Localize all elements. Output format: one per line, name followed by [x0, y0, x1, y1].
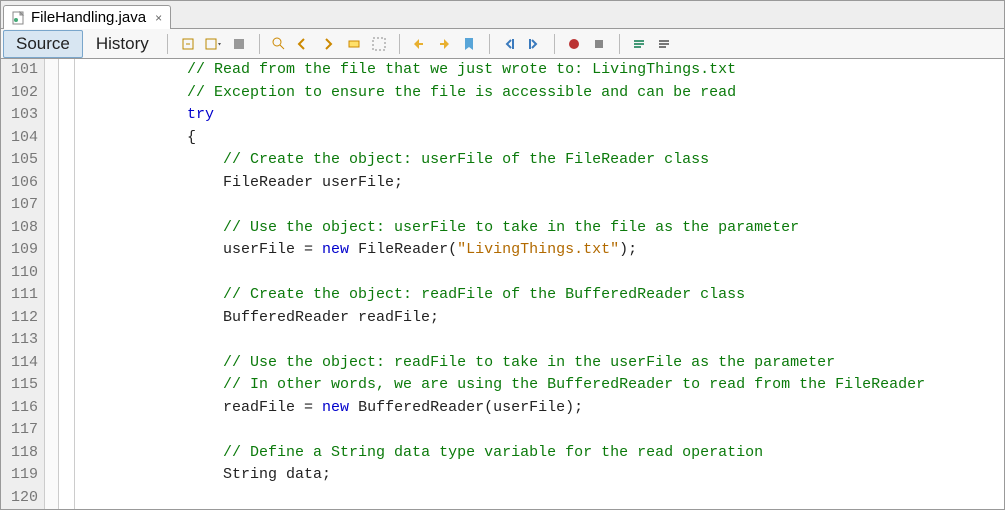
line-number: 102 [7, 82, 38, 105]
toolbar-icon-group [179, 33, 675, 54]
line-number-gutter: 1011021031041051061071081091101111121131… [1, 59, 45, 509]
code-line[interactable]: { [79, 127, 1004, 150]
marker-column [59, 59, 75, 509]
line-number: 111 [7, 284, 38, 307]
toolbar-separator [489, 34, 490, 54]
line-number: 105 [7, 149, 38, 172]
file-tab[interactable]: FileHandling.java × [3, 5, 171, 29]
toolbar-separator [167, 34, 168, 54]
find-next-icon[interactable] [319, 33, 340, 54]
code-line[interactable]: // Use the object: readFile to take in t… [79, 352, 1004, 375]
line-number: 107 [7, 194, 38, 217]
shift-right-icon[interactable] [524, 33, 545, 54]
code-line[interactable] [79, 262, 1004, 285]
editor-toolbar: Source History [1, 29, 1004, 59]
toolbar-separator [554, 34, 555, 54]
code-area[interactable]: // Read from the file that we just wrote… [75, 59, 1004, 509]
tab-bar: FileHandling.java × [1, 1, 1004, 29]
code-line[interactable] [79, 329, 1004, 352]
line-number: 108 [7, 217, 38, 240]
fix-imports-icon[interactable] [229, 33, 250, 54]
record-macro-icon[interactable] [564, 33, 585, 54]
line-number: 109 [7, 239, 38, 262]
line-number: 112 [7, 307, 38, 330]
toolbar-separator [259, 34, 260, 54]
code-line[interactable]: // Create the object: readFile of the Bu… [79, 284, 1004, 307]
code-line[interactable]: String data; [79, 464, 1004, 487]
fold-column[interactable] [45, 59, 59, 509]
line-number: 101 [7, 59, 38, 82]
line-number: 116 [7, 397, 38, 420]
bookmark-icon[interactable] [459, 33, 480, 54]
code-line[interactable] [79, 487, 1004, 510]
java-file-icon [12, 11, 26, 25]
find-prev-icon[interactable] [294, 33, 315, 54]
code-line[interactable] [79, 419, 1004, 442]
line-number: 106 [7, 172, 38, 195]
shift-left-icon[interactable] [499, 33, 520, 54]
refactor-icon[interactable] [179, 33, 200, 54]
line-number: 114 [7, 352, 38, 375]
code-line[interactable]: // In other words, we are using the Buff… [79, 374, 1004, 397]
rename-dropdown-icon[interactable] [204, 33, 225, 54]
code-line[interactable]: try [79, 104, 1004, 127]
code-line[interactable]: BufferedReader readFile; [79, 307, 1004, 330]
line-number: 104 [7, 127, 38, 150]
nav-fwd-icon[interactable] [434, 33, 455, 54]
toolbar-separator [619, 34, 620, 54]
code-line[interactable]: // Use the object: userFile to take in t… [79, 217, 1004, 240]
code-line[interactable]: FileReader userFile; [79, 172, 1004, 195]
line-number: 115 [7, 374, 38, 397]
toolbar-separator [399, 34, 400, 54]
close-icon[interactable]: × [151, 11, 162, 25]
line-number: 110 [7, 262, 38, 285]
nav-back-icon[interactable] [409, 33, 430, 54]
line-number: 120 [7, 487, 38, 510]
source-view-button[interactable]: Source [3, 30, 83, 58]
uncomment-icon[interactable] [654, 33, 675, 54]
highlight-icon[interactable] [344, 33, 365, 54]
code-line[interactable]: // Read from the file that we just wrote… [79, 59, 1004, 82]
code-line[interactable]: // Define a String data type variable fo… [79, 442, 1004, 465]
line-number: 118 [7, 442, 38, 465]
code-editor[interactable]: 1011021031041051061071081091101111121131… [1, 59, 1004, 509]
comment-icon[interactable] [629, 33, 650, 54]
stop-macro-icon[interactable] [589, 33, 610, 54]
find-icon[interactable] [269, 33, 290, 54]
code-line[interactable]: userFile = new FileReader("LivingThings.… [79, 239, 1004, 262]
line-number: 103 [7, 104, 38, 127]
history-view-button[interactable]: History [83, 30, 162, 58]
code-line[interactable]: // Create the object: userFile of the Fi… [79, 149, 1004, 172]
line-number: 113 [7, 329, 38, 352]
code-line[interactable]: readFile = new BufferedReader(userFile); [79, 397, 1004, 420]
tab-filename: FileHandling.java [31, 9, 146, 26]
code-line[interactable] [79, 194, 1004, 217]
line-number: 117 [7, 419, 38, 442]
selection-icon[interactable] [369, 33, 390, 54]
code-line[interactable]: // Exception to ensure the file is acces… [79, 82, 1004, 105]
line-number: 119 [7, 464, 38, 487]
